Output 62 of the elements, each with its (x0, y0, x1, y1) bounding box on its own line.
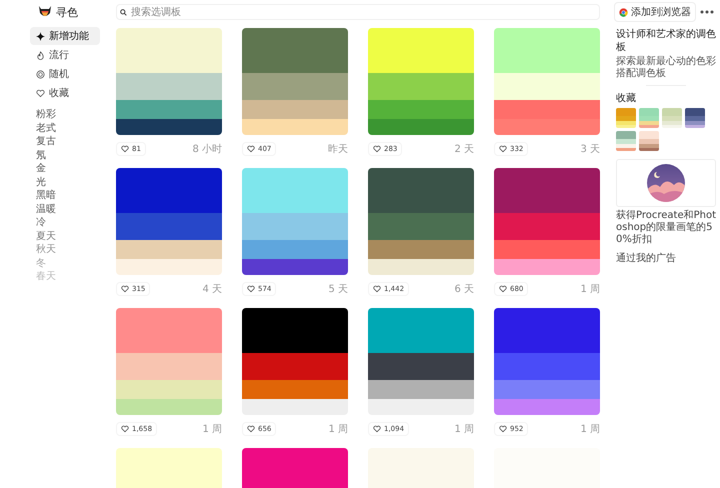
saved-palette[interactable] (685, 108, 705, 128)
sparkle-icon (36, 32, 45, 40)
heart-icon (121, 425, 129, 433)
palette-card[interactable] (368, 308, 474, 415)
heart-icon (36, 88, 45, 98)
saved-title: 收藏 (616, 92, 637, 105)
palette-card[interactable] (116, 28, 222, 135)
app-name[interactable]: 寻色 (56, 4, 78, 20)
tag-link[interactable]: 冷 (36, 216, 46, 230)
heart-icon (247, 145, 255, 153)
aside-title: 设计师和艺术家的调色板 (616, 28, 716, 54)
heart-icon (373, 145, 381, 153)
palette-age: 4 天 (202, 283, 222, 296)
heart-icon (247, 285, 255, 293)
night-sky-illustration-drawing (646, 163, 686, 203)
palette-age: 6 天 (454, 283, 474, 296)
tag-link[interactable]: 氖 (36, 148, 46, 162)
search-field[interactable]: 搜索选调板 (116, 4, 600, 20)
heart-icon (373, 285, 381, 293)
heart-icon (247, 425, 255, 433)
palette-age: 1 周 (454, 423, 474, 436)
tag-link[interactable]: 老式 (36, 122, 56, 135)
heart-icon (499, 145, 507, 153)
palette-age: 8 小时 (192, 142, 222, 156)
palette-age: 1 周 (580, 423, 600, 436)
saved-palette[interactable] (639, 131, 659, 151)
browser-icon (619, 8, 628, 16)
nav-item[interactable]: 新增功能 (30, 27, 100, 45)
palette-card[interactable] (116, 168, 222, 275)
palette-age: 1 周 (328, 423, 348, 436)
palette-age: 昨天 (328, 143, 348, 156)
palette-age: 1 周 (580, 283, 600, 296)
palette-age: 3 天 (580, 143, 600, 156)
more-menu-icon[interactable] (700, 10, 714, 14)
tag-link[interactable]: 粉彩 (36, 108, 56, 122)
tag-link[interactable]: 温暖 (36, 202, 56, 216)
tag-link[interactable]: 光 (36, 176, 46, 189)
tag-link[interactable]: 黑暗 (36, 189, 56, 202)
nav-item[interactable]: 流行 (30, 46, 100, 64)
heart-icon (121, 145, 129, 153)
aside-subtitle: 探索最新最心动的色彩搭配调色板 (616, 56, 716, 80)
logo-icon (38, 5, 52, 19)
tag-link[interactable]: 复古 (36, 135, 56, 148)
palette-age: 5 天 (328, 283, 348, 296)
palette-card[interactable] (242, 308, 348, 415)
search-icon (120, 8, 127, 16)
flame-icon (36, 50, 45, 60)
heart-icon (373, 425, 381, 433)
ad-text: 获得Procreate和Photoshop的限量画笔的50%折扣 (616, 210, 716, 246)
ad-link[interactable]: 通过我的广告 (616, 251, 676, 265)
ad-card[interactable] (616, 159, 716, 207)
heart-icon (499, 425, 507, 433)
palette-age: 2 天 (454, 143, 474, 156)
heart-icon (121, 285, 129, 293)
tag-link[interactable]: 夏天 (36, 230, 56, 243)
nav-item[interactable]: 收藏 (30, 84, 100, 102)
heart-icon (499, 285, 507, 293)
palette-card[interactable] (368, 168, 474, 275)
nav-item[interactable]: 随机 (30, 65, 100, 83)
tag-link[interactable]: 金 (36, 162, 46, 176)
palette-age: 1 周 (202, 423, 222, 436)
add-to-browser-button[interactable]: 添加到浏览器 (614, 2, 696, 22)
